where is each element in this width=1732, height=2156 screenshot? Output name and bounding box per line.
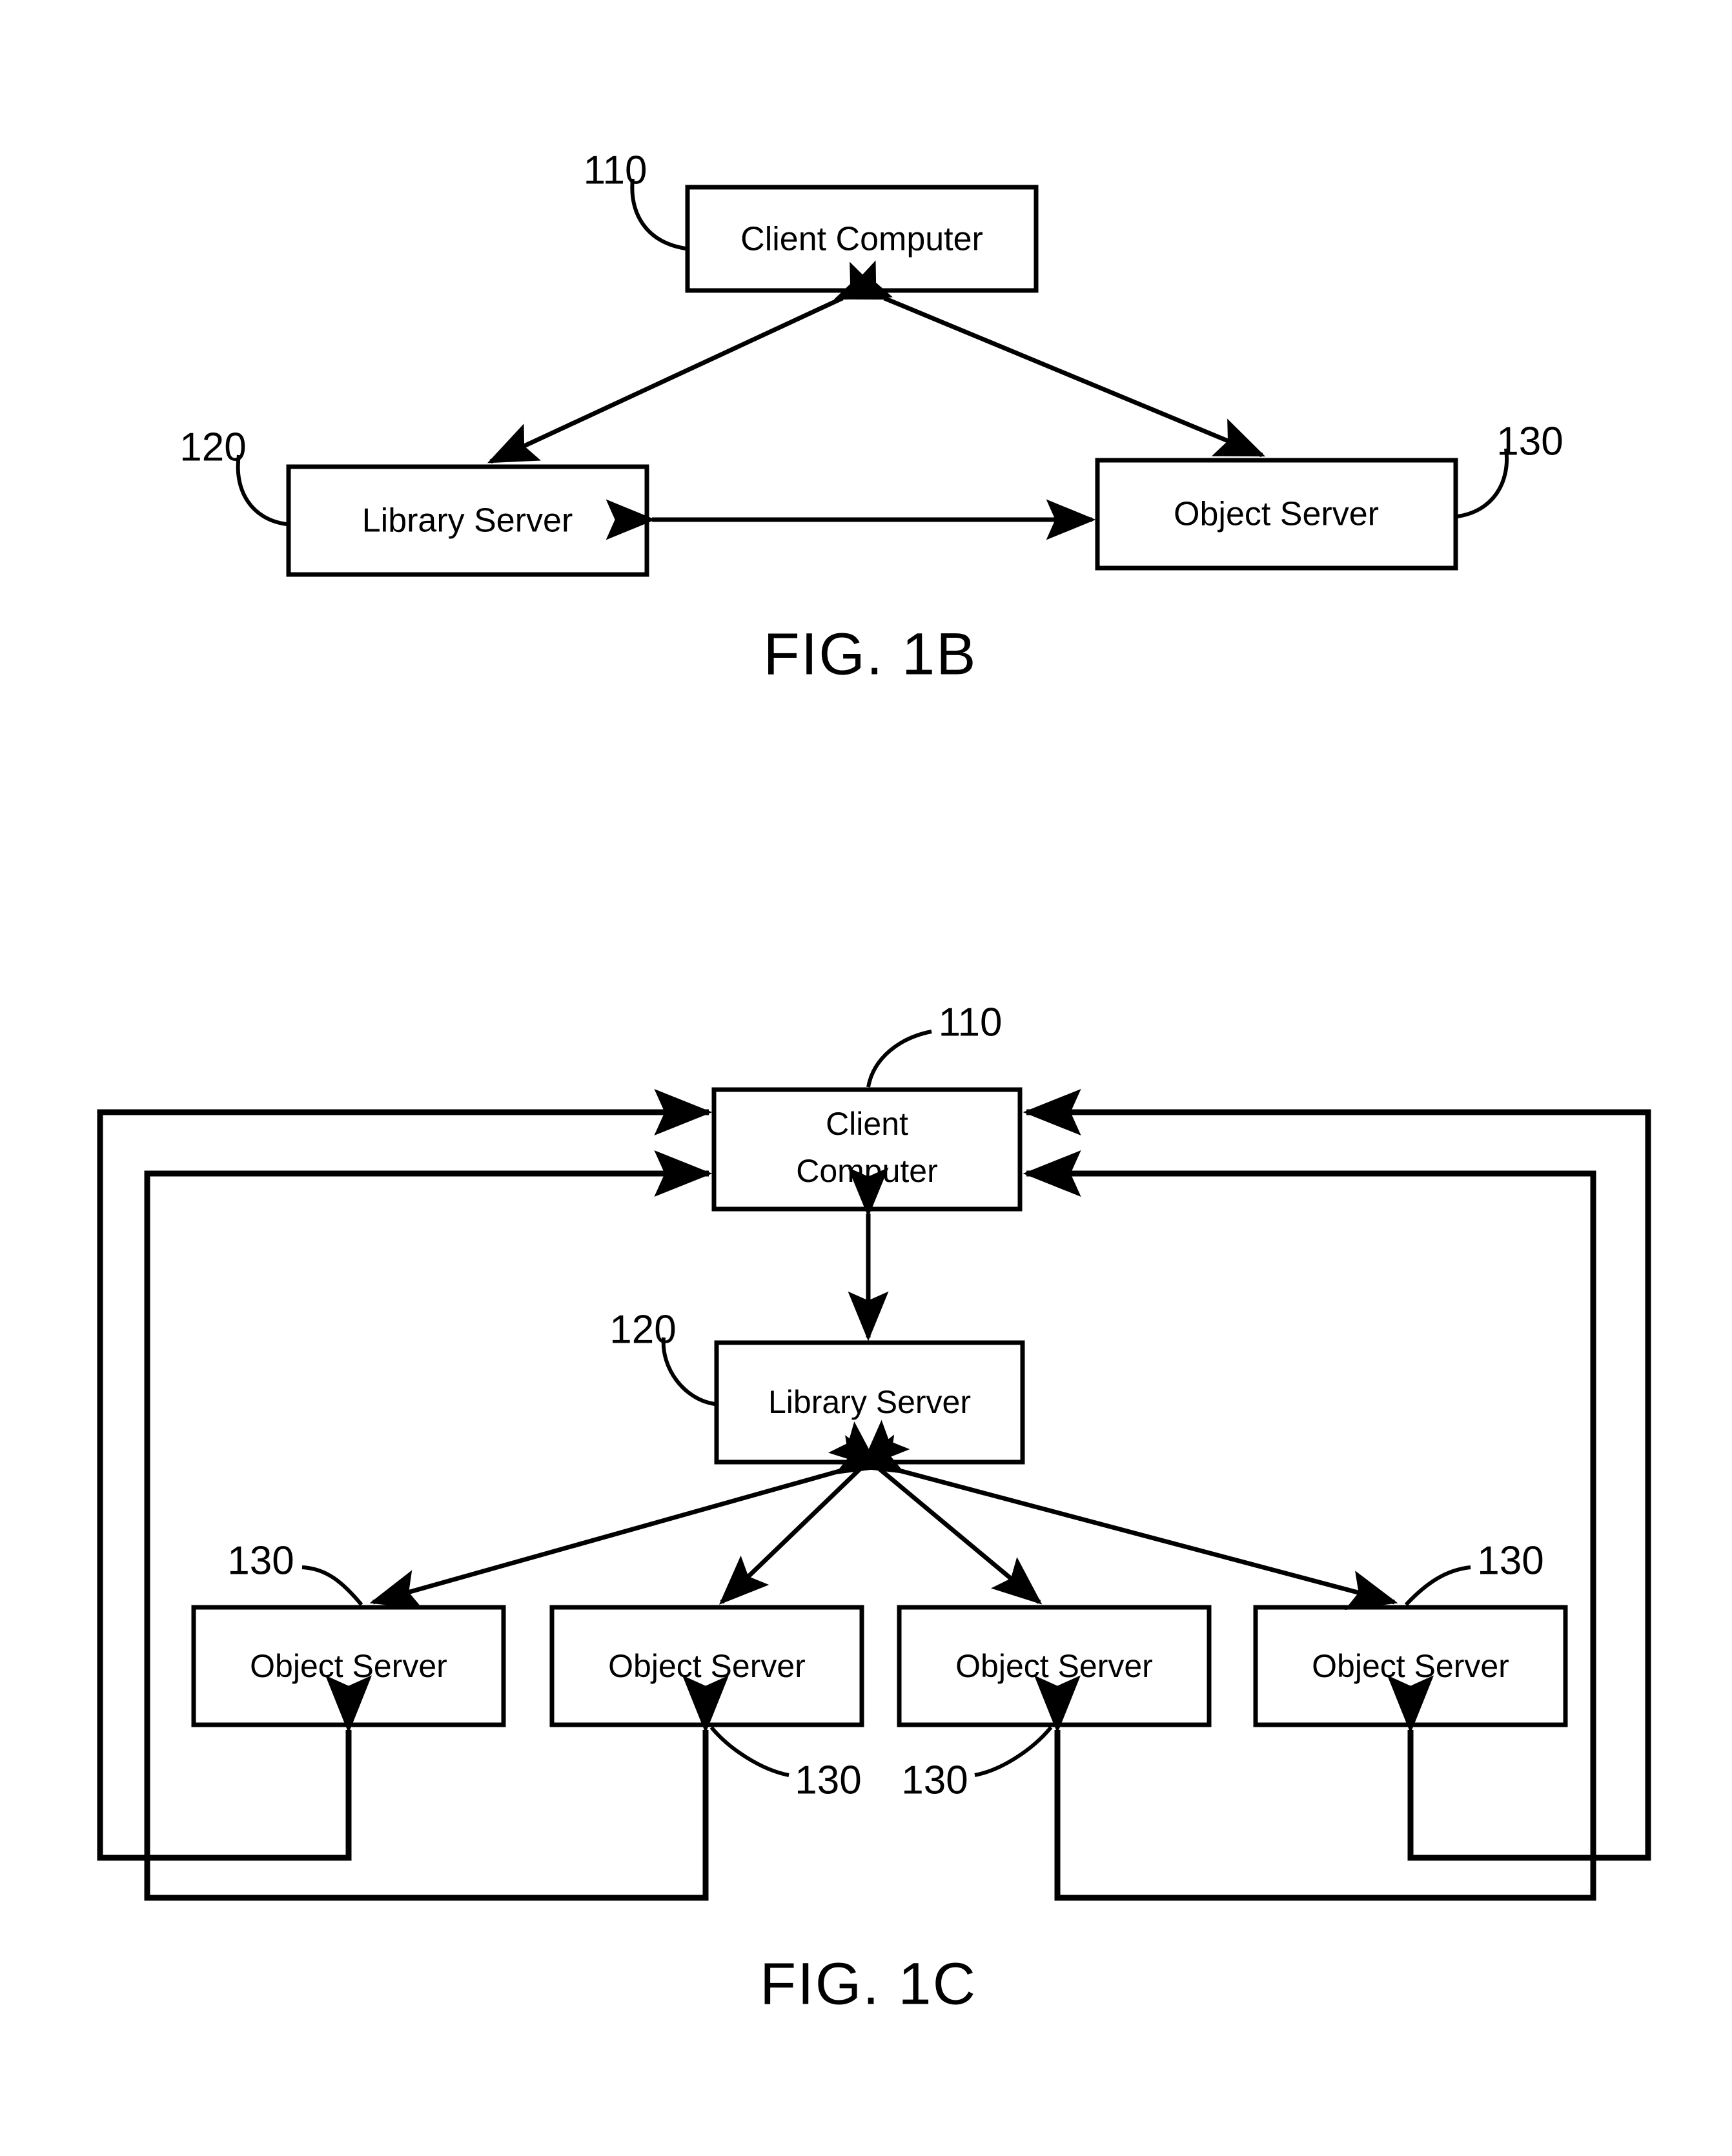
fig1b-caption: FIG. 1B (764, 621, 977, 687)
fig1b-arrow-client-object (833, 261, 1266, 458)
fig1c-object-server-2-node: Object Server (549, 1605, 864, 1727)
fig1b-ref-110-callout: 110 (584, 148, 686, 250)
fig1c-loop-os3-client (1023, 1150, 1596, 1901)
fig1b-library-server-node: Library Server (286, 464, 649, 577)
fig1c-object-server-1-label: Object Server (250, 1648, 447, 1684)
fig1c-ref-130-callout-3: 130 (901, 1726, 1053, 1802)
fig1b-client-computer-node: Client Computer (685, 185, 1039, 293)
fig1c-ref-120-number: 120 (609, 1307, 676, 1352)
fig1c-ref-130-callout-2: 130 (709, 1726, 862, 1802)
fig1b-ref-120-callout: 120 (179, 425, 287, 526)
figure-1b-canvas: Client Computer 110 Library Server 120 O… (97, 148, 1651, 2017)
fig1c-ref-130-leader-4 (1404, 1565, 1471, 1607)
fig1b-client-computer-label: Client Computer (740, 221, 983, 258)
fig1c-ref-130-number-2: 130 (795, 1758, 861, 1802)
fig1c-object-server-1-node: Object Server (191, 1605, 506, 1727)
fig1b-arrow-client-library (487, 260, 893, 464)
fig1c-loop-os2-client (144, 1150, 729, 1901)
fig1c-arrow-library-os2 (718, 1419, 910, 1605)
fig1c-ref-130-leader-2 (709, 1726, 790, 1777)
fig1c-ref-130-leader-3 (974, 1726, 1053, 1777)
fig1b-ref-130-callout: 130 (1457, 419, 1564, 518)
fig1c-client-computer-label-line2: Computer (796, 1153, 938, 1189)
fig1c-object-server-2-label: Object Server (608, 1648, 806, 1684)
fig1c-library-server-node: Library Server (714, 1340, 1025, 1465)
fig1c-ref-110-leader (866, 1030, 932, 1088)
fig1c-ref-110-number: 110 (939, 1000, 1003, 1044)
patent-figure-sheet: Client Computer 110 Library Server 120 O… (0, 0, 1732, 2156)
fig1c-object-server-4-node: Object Server (1253, 1605, 1568, 1727)
fig1b-object-server-node: Object Server (1095, 458, 1458, 571)
fig1b-connector-client-library (487, 260, 893, 464)
fig1c-caption: FIG. 1C (760, 1951, 977, 2017)
fig1b-connector-client-object (833, 261, 1266, 458)
fig1c-object-server-3-label: Object Server (955, 1648, 1153, 1684)
fig1c-client-computer-node: Client Computer (711, 1087, 1023, 1212)
fig1c-ref-130-number-1: 130 (227, 1538, 294, 1583)
fig1b-ref-130-number: 130 (1496, 419, 1563, 463)
fig1c-loop-os1-client (97, 1089, 713, 1861)
figure-1c: Client Computer 110 Library Server 120 O… (97, 1000, 1651, 2017)
fig1c-ref-130-number-3: 130 (901, 1758, 968, 1802)
fig1c-ref-130-number-4: 130 (1477, 1538, 1544, 1583)
fig1c-loop-os4-client (1023, 1089, 1651, 1861)
fig1b-ref-110-number: 110 (584, 148, 647, 192)
figure-1b: Client Computer 110 Library Server 120 O… (179, 148, 1563, 687)
fig1c-client-computer-label-line1: Client (826, 1106, 908, 1142)
fig1c-ref-110-callout: 110 (866, 1000, 1003, 1088)
fig1c-arrow-library-os1 (369, 1434, 906, 1610)
fig1c-ref-130-callout-1: 130 (227, 1538, 363, 1606)
fig1b-ref-120-number: 120 (179, 425, 246, 469)
fig1c-object-server-3-node: Object Server (897, 1605, 1212, 1727)
fig1c-ref-120-callout: 120 (609, 1307, 715, 1406)
fig1b-object-server-label: Object Server (1174, 496, 1379, 533)
fig1c-object-server-4-label: Object Server (1312, 1648, 1509, 1684)
fig1c-ref-130-callout-4: 130 (1404, 1538, 1544, 1607)
fig1c-ref-130-leader-1 (301, 1565, 363, 1606)
fig1b-library-server-label: Library Server (362, 502, 573, 540)
fig1c-library-server-label: Library Server (768, 1384, 971, 1420)
